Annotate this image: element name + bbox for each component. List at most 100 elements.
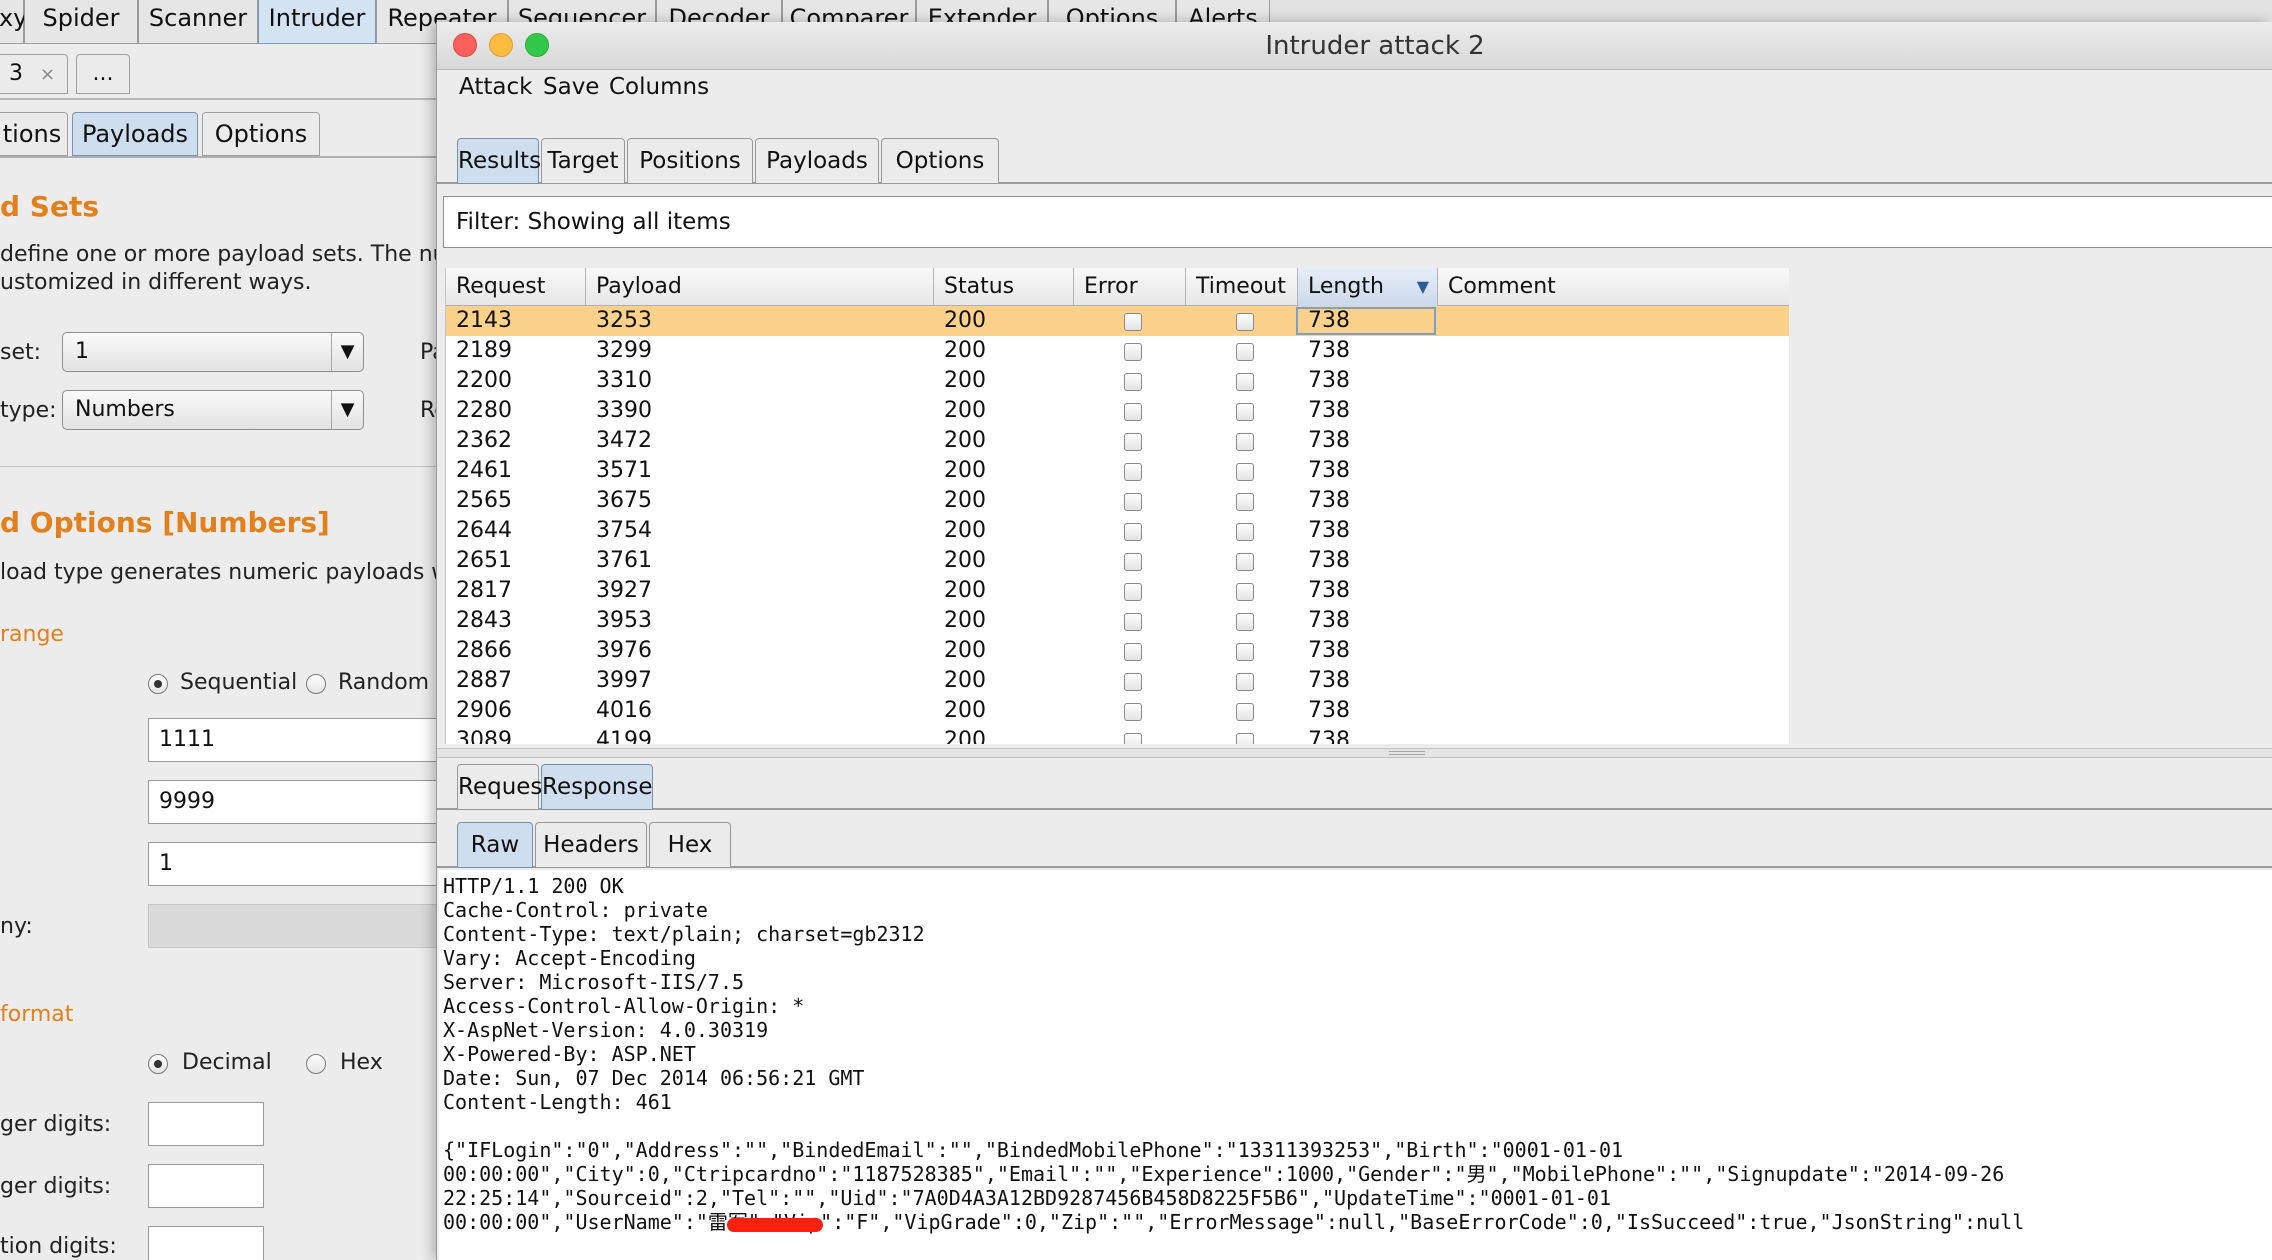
table-row[interactable]: 2143 3253 200 738 [446,306,1789,336]
response-line: Cache-Control: private [443,898,708,922]
view-tab-bar: Raw Headers Hex [437,816,2272,868]
tab-options[interactable]: Options [202,112,320,156]
error-checkbox [1124,433,1142,451]
col-status[interactable]: Status [934,268,1074,306]
tab-options[interactable]: Options [881,138,999,184]
cell-status: 200 [944,578,986,603]
cell-request: 2887 [456,668,512,693]
hex-radio[interactable] [306,1054,326,1074]
filter-bar[interactable]: Filter: Showing all items [443,196,2272,248]
table-row[interactable]: 2644 3754 200 738 [446,516,1789,546]
title-bar: Intruder attack 2 [437,22,2272,70]
cell-request: 2843 [456,608,512,633]
response-line: 00:00:00","UserName":"雷军","Vip":"F","Vip… [443,1210,2025,1234]
cell-length: 738 [1308,338,1350,363]
tab-headers[interactable]: Headers [535,822,647,868]
sequential-label: Sequential [180,670,298,695]
timeout-checkbox [1236,583,1254,601]
col-length-label: Length [1308,274,1384,299]
table-row[interactable]: 2817 3927 200 738 [446,576,1789,606]
from-input[interactable]: 1111 [148,718,448,762]
how-many-label: ny: [0,914,33,939]
table-header: Request Payload Status Error Timeout Len… [446,268,1789,306]
tab-target[interactable]: Target [541,138,625,184]
tab-payloads[interactable]: Payloads [72,112,198,156]
decimal-radio[interactable] [148,1054,168,1074]
min-integer-digits-input[interactable] [148,1102,264,1146]
menu-columns[interactable]: Columns [609,74,709,100]
cell-status: 200 [944,698,986,723]
min-fraction-digits-input[interactable] [148,1226,264,1260]
results-table: Request Payload Status Error Timeout Len… [445,268,1789,744]
attack-tab-label: 3 [8,61,23,86]
payload-set-select[interactable]: 1 ▼ [62,332,364,372]
focused-cell-outline [1296,307,1436,335]
table-row[interactable]: 2565 3675 200 738 [446,486,1789,516]
table-row[interactable]: 2461 3571 200 738 [446,456,1789,486]
menu-save[interactable]: Save [543,74,599,100]
tab-scanner[interactable]: Scanner [138,0,258,44]
table-row[interactable]: 2280 3390 200 738 [446,396,1789,426]
timeout-checkbox [1236,403,1254,421]
table-row[interactable]: 2843 3953 200 738 [446,606,1789,636]
new-tab-button[interactable]: ... [76,54,130,94]
col-request[interactable]: Request [446,268,586,306]
error-checkbox [1124,523,1142,541]
col-error[interactable]: Error [1074,268,1186,306]
response-line: Access-Control-Allow-Origin: * [443,994,805,1018]
table-row[interactable]: 2362 3472 200 738 [446,426,1789,456]
col-payload[interactable]: Payload [586,268,934,306]
error-checkbox [1124,733,1142,744]
response-raw-viewer[interactable]: HTTP/1.1 200 OK Cache-Control: private Con… [439,870,2272,1260]
sort-descending-icon: ▼ [1416,277,1429,296]
cell-payload: 3571 [596,458,652,483]
timeout-checkbox [1236,373,1254,391]
col-length[interactable]: Length ▼ [1298,268,1438,306]
tab-payloads[interactable]: Payloads [755,138,879,184]
table-row[interactable]: 2887 3997 200 738 [446,666,1789,696]
col-timeout[interactable]: Timeout [1186,268,1298,306]
error-checkbox [1124,583,1142,601]
cell-status: 200 [944,368,986,393]
tab-request[interactable]: Request [457,764,551,810]
tab-raw[interactable]: Raw [457,822,533,868]
table-row[interactable]: 2200 3310 200 738 [446,366,1789,396]
menu-attack[interactable]: Attack [459,74,532,100]
payload-sets-desc-1: define one or more payload sets. The nur [0,242,456,267]
response-line: X-Powered-By: ASP.NET [443,1042,696,1066]
payload-sets-desc-2: ustomized in different ways. [0,270,312,295]
tab-positions[interactable]: tions [0,112,68,156]
step-input[interactable]: 1 [148,842,448,886]
table-row[interactable]: 2866 3976 200 738 [446,636,1789,666]
cell-status: 200 [944,548,986,573]
col-comment[interactable]: Comment [1438,268,1789,306]
error-checkbox [1124,493,1142,511]
payload-type-select[interactable]: Numbers ▼ [62,390,364,430]
max-integer-digits-input[interactable] [148,1164,264,1208]
split-pane-divider[interactable] [437,748,2272,758]
tab-positions[interactable]: Positions [627,138,753,184]
cell-length: 738 [1308,578,1350,603]
error-checkbox [1124,703,1142,721]
table-row[interactable]: 2189 3299 200 738 [446,336,1789,366]
cell-payload: 3299 [596,338,652,363]
how-many-input[interactable] [148,904,448,948]
payload-options-desc: load type generates numeric payloads wit [0,560,465,585]
tab-spider[interactable]: Spider [24,0,138,44]
tab-response[interactable]: Response [541,764,653,810]
tab-results[interactable]: Results [457,138,541,184]
to-input[interactable]: 9999 [148,780,448,824]
min-fraction-digits-label: tion digits: [0,1234,117,1259]
table-row[interactable]: 2906 4016 200 738 [446,696,1789,726]
tab-hex[interactable]: Hex [649,822,731,868]
cell-request: 2565 [456,488,512,513]
tab-intruder[interactable]: Intruder [258,0,376,44]
attack-tab-3[interactable]: 3 × [0,54,68,94]
random-radio[interactable] [306,674,326,694]
table-row[interactable]: 3089 4199 200 738 [446,726,1789,744]
close-icon[interactable]: × [40,64,55,85]
table-row[interactable]: 2651 3761 200 738 [446,546,1789,576]
tab-proxy[interactable]: xy [0,0,27,44]
cell-length: 738 [1308,698,1350,723]
sequential-radio[interactable] [148,674,168,694]
